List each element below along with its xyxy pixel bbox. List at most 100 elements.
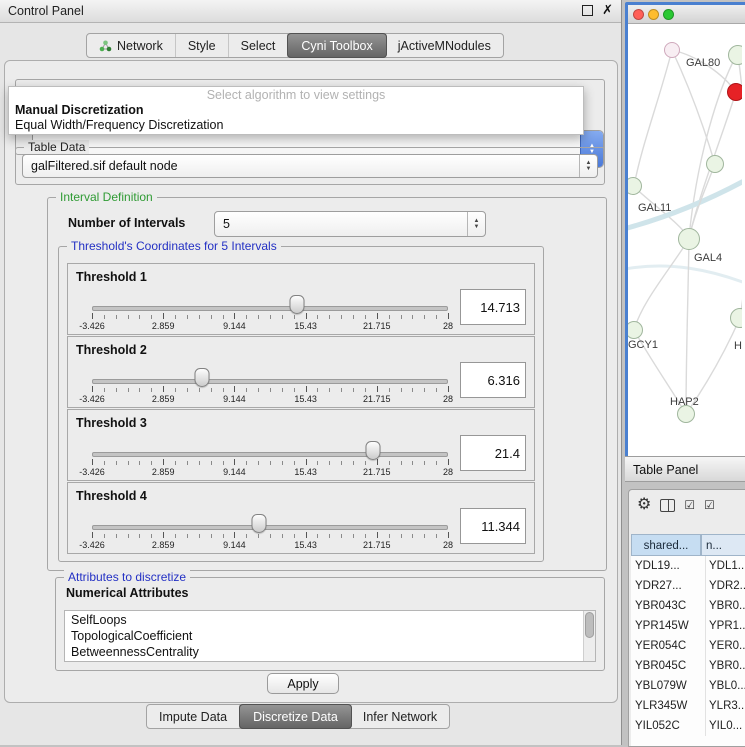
column-header-0[interactable]: shared... bbox=[631, 534, 701, 556]
tab-label: Discretize Data bbox=[253, 710, 338, 724]
algorithm-option-equal-width-frequency-discretization[interactable]: Equal Width/Frequency Discretization bbox=[9, 118, 583, 133]
tab-infer-network[interactable]: Infer Network bbox=[351, 705, 449, 728]
slider-thumb[interactable] bbox=[366, 441, 381, 460]
control-panel-titlebar: Control Panel ✗ bbox=[0, 0, 621, 23]
network-node[interactable] bbox=[706, 155, 724, 173]
threshold-4-slider[interactable]: -3.4262.8599.14415.4321.71528 bbox=[92, 483, 448, 553]
table-row[interactable]: YIL052CYIL0... bbox=[631, 716, 745, 736]
columns-icon[interactable] bbox=[660, 499, 675, 512]
scale-label: 28 bbox=[443, 540, 453, 550]
table-cell: YER0... bbox=[705, 636, 745, 656]
interval-definition-label: Interval Definition bbox=[56, 190, 157, 204]
table-data-value: galFiltered.sif default node bbox=[23, 159, 579, 173]
table-row[interactable]: YBR043CYBR0... bbox=[631, 596, 745, 616]
table-data-combobox[interactable]: galFiltered.sif default node ▲▼ bbox=[22, 154, 598, 178]
combobox-stepper-icon[interactable]: ▲▼ bbox=[467, 212, 485, 236]
scale-label: 15.43 bbox=[294, 467, 317, 477]
table-toolbar: ⚙ ☑ ☑ bbox=[629, 490, 745, 520]
control-panel-tab-bar: Network Style SelectCyni Toolbox jActiveMNo… bbox=[86, 33, 504, 58]
scale-label: -3.426 bbox=[79, 467, 105, 477]
thresholds-group: Threshold's Coordinates for 5 Intervals … bbox=[58, 246, 544, 562]
scale-label: 2.859 bbox=[152, 321, 175, 331]
algorithm-placeholder: Select algorithm to view settings bbox=[9, 88, 583, 103]
network-node[interactable] bbox=[664, 42, 680, 58]
tab-style[interactable]: Style bbox=[176, 34, 229, 57]
table-row[interactable]: YLR345WYLR3... bbox=[631, 696, 745, 716]
algorithm-dropdown-popup: Select algorithm to view settings Manual… bbox=[8, 86, 584, 135]
tab-label: jActiveMNodules bbox=[398, 39, 491, 53]
tab-jactivemnodules[interactable]: jActiveMNodules bbox=[386, 34, 503, 57]
slider-thumb[interactable] bbox=[290, 295, 305, 314]
checkbox-icon[interactable]: ☑ bbox=[684, 499, 695, 511]
network-canvas[interactable]: GAL80GAL11GAL4GCY1HAP2H bbox=[628, 24, 742, 452]
attribute-item-selfloops[interactable]: SelfLoops bbox=[71, 612, 595, 628]
zoom-window-icon[interactable] bbox=[663, 9, 674, 20]
tab-discretize-data[interactable]: Discretize Data bbox=[239, 704, 352, 729]
table-cell: YPR145W bbox=[635, 616, 699, 636]
list-scrollbar[interactable] bbox=[583, 611, 595, 661]
table-body: YDL19...YDL1...YDR27...YDR2...YBR043CYBR… bbox=[631, 556, 745, 746]
threshold-4-value-field[interactable] bbox=[460, 508, 526, 544]
network-node[interactable] bbox=[678, 228, 700, 250]
table-data-group: Table Data galFiltered.sif default node … bbox=[15, 147, 605, 185]
combobox-stepper-icon[interactable]: ▲▼ bbox=[579, 155, 597, 177]
threshold-2-slider[interactable]: -3.4262.8599.14415.4321.71528 bbox=[92, 337, 448, 407]
scale-label: 9.144 bbox=[223, 467, 246, 477]
window-title: Control Panel bbox=[8, 4, 84, 18]
desktop: Control Panel ✗ Network Style SelectCyni T… bbox=[0, 0, 745, 745]
table-row[interactable]: YBL079W YBL0... bbox=[631, 676, 745, 696]
tab-network[interactable]: Network bbox=[87, 34, 176, 57]
tab-select[interactable]: Select bbox=[229, 34, 289, 57]
checkbox-icon[interactable]: ☑ bbox=[704, 499, 715, 511]
gear-icon[interactable]: ⚙ bbox=[637, 497, 651, 513]
float-window-icon[interactable] bbox=[582, 5, 593, 16]
algorithm-option-manual-discretization[interactable]: Manual Discretization bbox=[9, 103, 583, 118]
table-row[interactable]: YDL19...YDL1... bbox=[631, 556, 745, 576]
table-cell: YIL0... bbox=[705, 716, 745, 736]
threshold-3-value-field[interactable] bbox=[460, 435, 526, 471]
table-row[interactable]: YPR145WYPR1... bbox=[631, 616, 745, 636]
table-row[interactable]: YBR045CYBR0... bbox=[631, 656, 745, 676]
tab-label: Style bbox=[188, 39, 216, 53]
scale-label: 2.859 bbox=[152, 467, 175, 477]
table-cell: YDR27... bbox=[635, 576, 699, 596]
tab-cyni-toolbox[interactable]: Cyni Toolbox bbox=[287, 33, 386, 58]
table-cell: YBR0... bbox=[705, 596, 745, 616]
minimize-window-icon[interactable] bbox=[648, 9, 659, 20]
threshold-1-slider[interactable]: -3.4262.8599.14415.4321.71528 bbox=[92, 264, 448, 334]
number-of-intervals-label: Number of Intervals bbox=[68, 216, 185, 230]
close-icon[interactable]: ✗ bbox=[602, 4, 613, 16]
scrollbar-thumb[interactable] bbox=[585, 612, 594, 638]
slider-thumb[interactable] bbox=[195, 368, 210, 387]
attribute-item-topologicalcoefficient[interactable]: TopologicalCoefficient bbox=[71, 628, 595, 644]
numerical-attributes-list[interactable]: SelfLoopsTopologicalCoefficientBetweenne… bbox=[64, 610, 596, 662]
close-window-icon[interactable] bbox=[633, 9, 644, 20]
scale-label: 28 bbox=[443, 467, 453, 477]
threshold-2-value-field[interactable] bbox=[460, 362, 526, 398]
network-node[interactable] bbox=[728, 45, 742, 65]
threshold-3-slider[interactable]: -3.4262.8599.14415.4321.71528 bbox=[92, 410, 448, 480]
numerical-attributes-label: Numerical Attributes bbox=[66, 586, 188, 600]
tab-impute-data[interactable]: Impute Data bbox=[147, 705, 240, 728]
number-of-intervals-combobox[interactable]: 5 ▲▼ bbox=[214, 211, 486, 237]
cyni-toolbox-panel: Discretization Algorithm ▲▼ Table Data g… bbox=[4, 60, 618, 703]
attribute-item-betweennesscentrality[interactable]: BetweennessCentrality bbox=[71, 644, 595, 660]
scale-label: 2.859 bbox=[152, 540, 175, 550]
table-cell: YBL0... bbox=[705, 676, 745, 696]
column-header-1[interactable]: n... bbox=[701, 534, 745, 556]
scale-label: 15.43 bbox=[294, 540, 317, 550]
threshold-2-panel: Threshold 2-3.4262.8599.14415.4321.71528 bbox=[67, 336, 535, 408]
table-row[interactable]: YDR27...YDR2... bbox=[631, 576, 745, 596]
node-label-gal80: GAL80 bbox=[686, 57, 720, 69]
table-cell: YBR0... bbox=[705, 656, 745, 676]
slider-thumb[interactable] bbox=[252, 514, 267, 533]
apply-button[interactable]: Apply bbox=[267, 673, 339, 694]
scale-label: -3.426 bbox=[79, 394, 105, 404]
network-node[interactable] bbox=[727, 83, 742, 101]
table-cell: YDL1... bbox=[705, 556, 745, 576]
table-cell: YBL079W bbox=[635, 676, 699, 696]
scale-label: 2.859 bbox=[152, 394, 175, 404]
table-row[interactable]: YER054CYER0... bbox=[631, 636, 745, 656]
scale-label: 21.715 bbox=[363, 467, 391, 477]
threshold-1-value-field[interactable] bbox=[460, 289, 526, 325]
